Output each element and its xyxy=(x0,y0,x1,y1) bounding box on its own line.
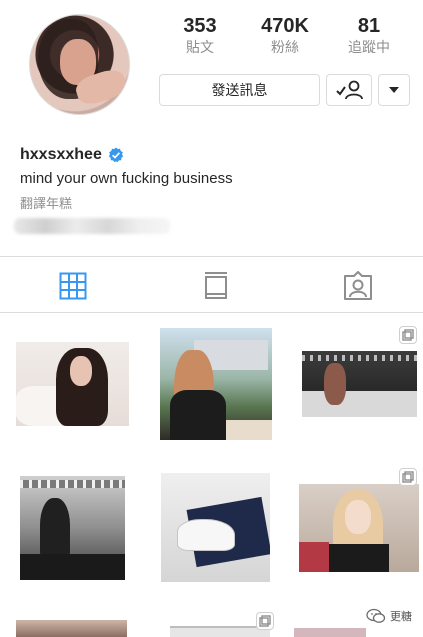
tagged-icon xyxy=(343,271,372,300)
tabs-top-divider xyxy=(0,256,423,257)
wechat-icon xyxy=(366,608,386,623)
blurred-link[interactable] xyxy=(14,218,170,234)
tab-igtv[interactable] xyxy=(145,262,286,310)
igtv-icon xyxy=(204,272,227,299)
post-thumbnail[interactable] xyxy=(20,476,125,580)
following-check-user-icon xyxy=(336,80,363,100)
tab-tagged[interactable] xyxy=(287,262,423,310)
post-thumbnail[interactable] xyxy=(302,351,417,417)
post-thumbnail[interactable] xyxy=(16,342,129,426)
stat-following-count: 81 xyxy=(357,15,381,37)
stat-following[interactable]: 81 追蹤中 xyxy=(334,14,404,58)
post-thumbnail[interactable] xyxy=(16,620,127,637)
stat-posts[interactable]: 353 貼文 xyxy=(165,14,235,58)
multi-post-icon xyxy=(256,612,274,630)
profile-bio: mind your own fucking business xyxy=(20,170,233,187)
post-thumbnail[interactable] xyxy=(160,328,272,440)
watermark-text: 更糖 xyxy=(390,610,412,623)
translate-link[interactable]: 翻譯年糕 xyxy=(20,193,72,212)
stat-followers-label: 粉絲 xyxy=(271,40,299,56)
multi-post-icon xyxy=(399,468,417,486)
verified-badge-icon xyxy=(108,147,124,163)
grid-icon xyxy=(59,272,86,300)
multi-post-icon xyxy=(399,326,417,344)
following-button[interactable] xyxy=(326,74,372,106)
stat-posts-label: 貼文 xyxy=(186,40,214,56)
stat-posts-count: 353 xyxy=(183,15,217,37)
watermark: 更糖 xyxy=(366,608,412,624)
post-thumbnail[interactable] xyxy=(170,626,270,637)
more-options-button[interactable] xyxy=(378,74,410,106)
profile-avatar[interactable] xyxy=(29,14,130,115)
stat-following-label: 追蹤中 xyxy=(348,40,390,56)
post-thumbnail[interactable] xyxy=(299,484,419,572)
stat-followers[interactable]: 470K 粉絲 xyxy=(250,14,320,58)
chevron-down-icon xyxy=(389,87,399,93)
post-thumbnail[interactable] xyxy=(294,628,366,637)
username-text: hxxsxxhee xyxy=(20,146,102,163)
send-message-button[interactable]: 發送訊息 xyxy=(159,74,320,106)
profile-username: hxxsxxhee xyxy=(20,146,124,164)
tab-grid[interactable] xyxy=(2,262,143,310)
tabs-bottom-divider xyxy=(0,312,423,313)
stat-followers-count: 470K xyxy=(261,15,309,37)
post-thumbnail[interactable] xyxy=(161,473,270,582)
